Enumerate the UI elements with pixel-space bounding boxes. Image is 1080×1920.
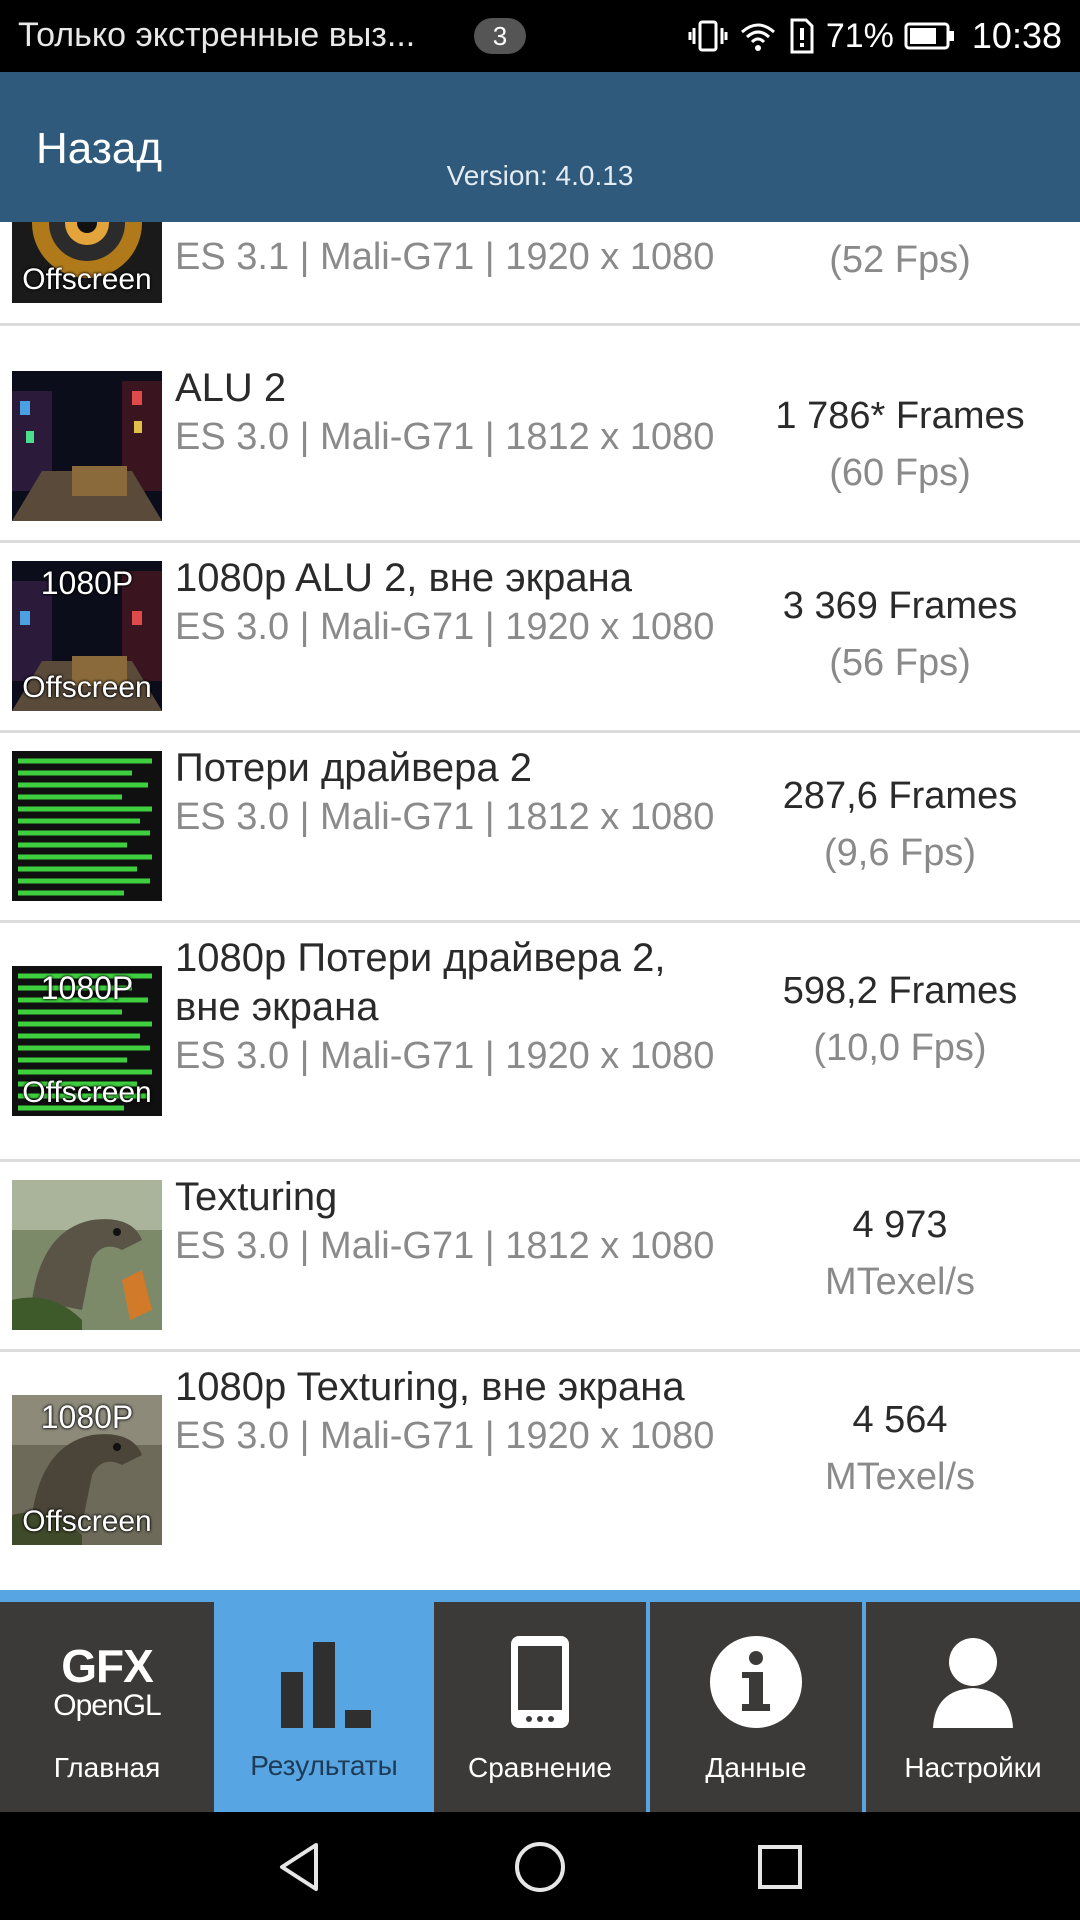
alert-icon	[788, 16, 816, 56]
result-score: 4 564 MTexel/s	[720, 1392, 1080, 1506]
tab-info[interactable]: Данные	[650, 1602, 862, 1812]
wifi-icon	[738, 16, 778, 56]
clock: 10:38	[971, 15, 1062, 56]
result-subtitle: ES 3.0 | Mali-G71 | 1812 x 1080	[175, 1225, 715, 1267]
status-bar: Только экстренные выз... 3 71% 10:38	[0, 0, 1080, 72]
tab-label: Данные	[705, 1752, 807, 1783]
result-score: 598,2 Frames (10,0 Fps)	[720, 963, 1080, 1077]
gfx-opengl-logo: GFX OpenGL	[0, 1624, 214, 1740]
result-unit: MTexel/s	[825, 1261, 975, 1303]
result-title: ALU 2	[175, 366, 287, 410]
vibrate-icon	[688, 16, 728, 56]
version-label: Version: 4.0.13	[446, 160, 634, 191]
result-subtitle: ES 3.0 | Mali-G71 | 1920 x 1080	[175, 1035, 715, 1077]
result-title: 1080p Texturing, вне экрана	[175, 1365, 685, 1409]
tab-label: Результаты	[250, 1750, 398, 1781]
tab-results[interactable]: Результаты	[218, 1602, 430, 1812]
result-title: 1080p ALU 2, вне экрана	[175, 556, 632, 600]
back-triangle-icon[interactable]	[260, 1832, 340, 1902]
result-frames: 1 786* Frames	[775, 395, 1025, 437]
result-row[interactable]: ALU 2 ES 3.0 | Mali-G71 | 1812 x 1080 1 …	[0, 353, 1080, 543]
result-subtitle: ES 3.0 | Mali-G71 | 1812 x 1080	[175, 416, 715, 458]
app-header: Назад Version: 4.0.13	[0, 72, 1080, 222]
driver-overhead-thumbnail	[12, 751, 162, 901]
result-frames: 287,6 Frames	[782, 775, 1018, 817]
result-frames: 3 369 Frames	[782, 585, 1018, 627]
result-subtitle: ES 3.1 | Mali-G71 | 1920 x 1080	[175, 236, 715, 278]
result-fps: (60 Fps)	[829, 452, 971, 494]
alu-scene-thumbnail: 1080P Offscreen	[12, 561, 162, 711]
result-text: 1080p Texturing, вне экрана ES 3.0 | Mal…	[175, 1363, 715, 1461]
result-score: 287,6 Frames (9,6 Fps)	[720, 768, 1080, 882]
system-navigation-bar	[0, 1812, 1080, 1920]
result-row[interactable]: 1080P Offscreen 1080p ALU 2, вне экрана …	[0, 543, 1080, 733]
thumb-offscreen-label: Offscreen	[22, 1505, 152, 1538]
carrier-status-text: Только экстренные выз...	[18, 16, 416, 54]
result-text: Потери драйвера 2 ES 3.0 | Mali-G71 | 18…	[175, 744, 715, 842]
user-icon	[866, 1624, 1080, 1740]
thumb-1080p-label: 1080P	[40, 1399, 134, 1435]
result-frames: 598,2 Frames	[782, 970, 1018, 1012]
result-text: 1080p Потери драйвера 2, вне экрана ES 3…	[175, 934, 715, 1081]
result-fps: (9,6 Fps)	[823, 832, 977, 874]
info-icon	[650, 1624, 862, 1740]
result-title: 1080p Потери драйвера 2, вне экрана	[175, 936, 666, 1029]
result-title: Потери драйвера 2	[175, 746, 533, 790]
alu-scene-thumbnail	[12, 371, 162, 521]
notification-count-badge: 3	[474, 18, 526, 54]
result-row[interactable]: Offscreen ES 3.1 | Mali-G71 | 1920 x 108…	[0, 222, 1080, 326]
tab-settings[interactable]: Настройки	[866, 1602, 1080, 1812]
result-texel-rate: 4 564	[852, 1399, 948, 1441]
result-row[interactable]: Потери драйвера 2 ES 3.0 | Mali-G71 | 18…	[0, 733, 1080, 923]
driver-overhead-thumbnail: 1080P Offscreen	[12, 966, 162, 1116]
result-text: ES 3.1 | Mali-G71 | 1920 x 1080	[175, 233, 715, 282]
result-fps: (10,0 Fps)	[813, 1027, 987, 1069]
dinosaur-thumbnail: 1080P Offscreen	[12, 1395, 162, 1545]
result-score: (52 Fps)	[720, 232, 1080, 289]
thumb-offscreen-label: Offscreen	[22, 263, 152, 296]
tab-label: Главная	[53, 1752, 161, 1783]
result-text: 1080p ALU 2, вне экрана ES 3.0 | Mali-G7…	[175, 554, 715, 652]
recents-square-icon[interactable]	[740, 1832, 820, 1902]
result-unit: MTexel/s	[825, 1456, 975, 1498]
home-circle-icon[interactable]	[500, 1832, 580, 1902]
result-row[interactable]: 1080P Offscreen 1080p Потери драйвера 2,…	[0, 923, 1080, 1162]
result-texel-rate: 4 973	[852, 1204, 948, 1246]
result-subtitle: ES 3.0 | Mali-G71 | 1812 x 1080	[175, 796, 715, 838]
result-text: Texturing ES 3.0 | Mali-G71 | 1812 x 108…	[175, 1173, 715, 1271]
result-score: 1 786* Frames (60 Fps)	[720, 388, 1080, 502]
bar-chart-icon	[218, 1624, 430, 1740]
battery-percent: 71%	[825, 16, 894, 55]
manhattan-offscreen-thumbnail: Offscreen	[12, 222, 162, 303]
results-list[interactable]: Offscreen ES 3.1 | Mali-G71 | 1920 x 108…	[0, 222, 1080, 1590]
battery-icon	[904, 21, 956, 51]
result-score: 3 369 Frames (56 Fps)	[720, 578, 1080, 692]
tab-home[interactable]: GFX OpenGL Главная	[0, 1602, 214, 1812]
thumb-offscreen-label: Offscreen	[22, 671, 152, 704]
result-text: ALU 2 ES 3.0 | Mali-G71 | 1812 x 1080	[175, 364, 715, 462]
result-fps: (52 Fps)	[829, 239, 971, 281]
result-row[interactable]: 1080P Offscreen 1080p Texturing, вне экр…	[0, 1352, 1080, 1588]
result-row[interactable]: Texturing ES 3.0 | Mali-G71 | 1812 x 108…	[0, 1162, 1080, 1352]
phone-icon	[434, 1624, 646, 1740]
result-subtitle: ES 3.0 | Mali-G71 | 1920 x 1080	[175, 1415, 715, 1457]
thumb-offscreen-label: Offscreen	[22, 1076, 152, 1109]
tab-label: Настройки	[904, 1752, 1042, 1783]
status-icons: 71% 10:38	[688, 12, 1062, 60]
tab-compare[interactable]: Сравнение	[434, 1602, 646, 1812]
tab-label: Сравнение	[468, 1752, 612, 1783]
opengl-logo-text: OpenGL	[53, 1689, 161, 1722]
thumb-1080p-label: 1080P	[40, 970, 134, 1006]
result-title: Texturing	[175, 1175, 338, 1219]
dinosaur-thumbnail	[12, 1180, 162, 1330]
gfx-logo-text: GFX	[61, 1640, 154, 1692]
result-subtitle: ES 3.0 | Mali-G71 | 1920 x 1080	[175, 606, 715, 648]
bottom-tab-bar: GFX OpenGL Главная Результаты Сравнение	[0, 1590, 1080, 1812]
result-fps: (56 Fps)	[829, 642, 971, 684]
result-score: 4 973 MTexel/s	[720, 1197, 1080, 1311]
thumb-1080p-label: 1080P	[40, 565, 134, 601]
